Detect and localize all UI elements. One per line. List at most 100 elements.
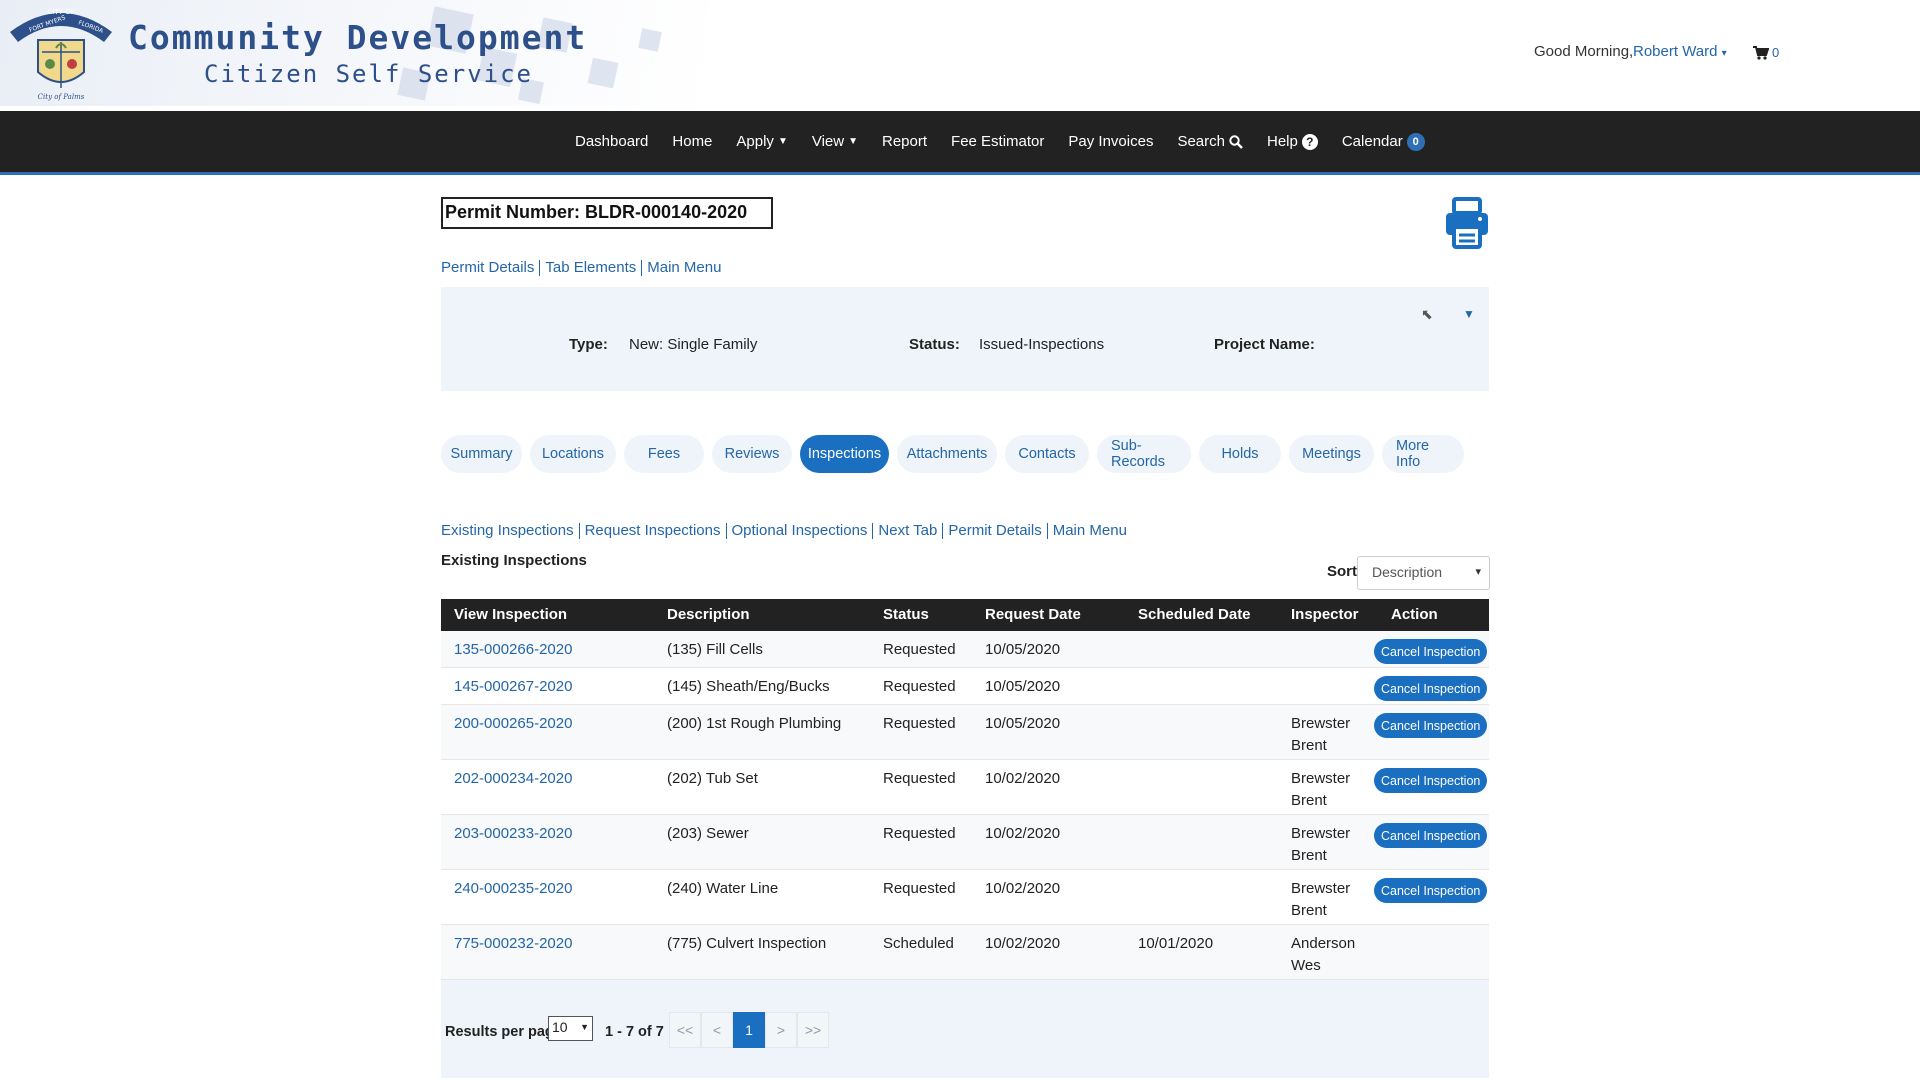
inspector-first-name: Brent	[1291, 847, 1327, 864]
cell-description: (202) Tub Set	[667, 770, 758, 787]
table-row: 240-000235-2020 (240) Water Line Requested…	[441, 870, 1489, 925]
cart-button[interactable]: 0	[1753, 45, 1779, 60]
nav-calendar[interactable]: Calendar 0	[1342, 132, 1425, 151]
cancel-inspection-button[interactable]: Cancel Inspection	[1374, 713, 1488, 738]
results-range: 1 - 7 of 7	[605, 1024, 664, 1040]
print-icon[interactable]	[1444, 197, 1490, 249]
cell-description: (775) Culvert Inspection	[667, 935, 827, 952]
pagination: << < 1 > >>	[669, 1012, 829, 1048]
col-status: Status	[883, 606, 929, 623]
tab-summary[interactable]: Summary	[441, 435, 522, 473]
tab-holds[interactable]: Holds	[1199, 435, 1281, 473]
link-existing-inspections[interactable]: Existing Inspections	[441, 523, 579, 539]
user-name: Robert Ward	[1633, 43, 1718, 60]
cell-request-date: 10/02/2020	[985, 935, 1061, 952]
nav-apply[interactable]: Apply ▼	[736, 133, 787, 150]
question-circle-icon: ?	[1301, 133, 1318, 150]
cell-inspection-id[interactable]: 135-000266-2020	[454, 639, 572, 661]
status-label: Status:	[909, 336, 960, 353]
table-footer: Results per page 10 ▼ 1 - 7 of 7 << < 1 …	[441, 980, 1489, 1078]
chevron-down-icon[interactable]: ▼	[1463, 307, 1475, 321]
cancel-inspection-button[interactable]: Cancel Inspection	[1374, 878, 1488, 903]
nav-help[interactable]: Help?	[1267, 133, 1318, 150]
inspection-sublinks: Existing Inspections Request Inspections…	[441, 523, 1132, 539]
link-main-menu[interactable]: Main Menu	[641, 260, 726, 276]
tab-fees[interactable]: Fees	[624, 435, 704, 473]
cell-inspector: Anderson Wes	[1291, 933, 1355, 977]
mouse-cursor-icon: ⬉	[1421, 306, 1433, 322]
page-current[interactable]: 1	[733, 1012, 765, 1048]
permit-tabs: Summary Locations Fees Reviews Inspectio…	[441, 435, 1464, 473]
col-view-inspection: View Inspection	[454, 606, 568, 623]
caret-down-icon: ▼	[848, 136, 858, 147]
cart-icon	[1753, 45, 1769, 60]
cell-inspection-id[interactable]: 200-000265-2020	[454, 713, 572, 735]
tab-more-info[interactable]: More Info	[1382, 435, 1464, 473]
link-main-menu-2[interactable]: Main Menu	[1046, 523, 1132, 539]
nav-report[interactable]: Report	[882, 133, 927, 150]
cart-count: 0	[1772, 45, 1780, 60]
nav-home[interactable]: Home	[672, 133, 712, 150]
cell-request-date: 10/05/2020	[985, 641, 1061, 658]
cell-scheduled-date: 10/01/2020	[1138, 935, 1214, 952]
caret-down-icon: ▼	[777, 136, 788, 147]
permit-breadcrumb: Permit Details Tab Elements Main Menu	[441, 260, 726, 276]
tab-attachments[interactable]: Attachments	[897, 435, 997, 473]
table-row: 775-000232-2020 (775) Culvert Inspection S…	[441, 925, 1489, 980]
user-menu[interactable]: Robert Ward ▾	[1633, 43, 1727, 60]
link-optional-inspections[interactable]: Optional Inspections	[725, 523, 873, 539]
cancel-inspection-button[interactable]: Cancel Inspection	[1374, 768, 1488, 793]
cell-inspection-id[interactable]: 775-000232-2020	[454, 933, 572, 955]
tab-sub-records[interactable]: Sub-Records	[1097, 435, 1191, 473]
cell-inspection-id[interactable]: 240-000235-2020	[454, 878, 572, 900]
cancel-inspection-button[interactable]: Cancel Inspection	[1374, 823, 1488, 848]
cancel-inspection-button[interactable]: Cancel Inspection	[1374, 676, 1488, 701]
inspector-last-name: Brewster	[1291, 770, 1351, 787]
page-prev[interactable]: <	[701, 1012, 733, 1048]
nav-dashboard[interactable]: Dashboard	[575, 133, 648, 150]
cell-status: Requested	[883, 678, 956, 695]
cell-inspector: Brewster Brent	[1291, 878, 1350, 922]
col-action: Action	[1391, 606, 1438, 623]
tab-inspections[interactable]: Inspections	[800, 435, 889, 473]
sort-label: Sort	[1327, 563, 1357, 580]
table-body: 135-000266-2020 (135) Fill Cells Requested…	[441, 631, 1489, 980]
cell-inspection-id[interactable]: 202-000234-2020	[454, 768, 572, 790]
table-row: 203-000233-2020 (203) Sewer Requested 10/02…	[441, 815, 1489, 870]
cell-inspection-id[interactable]: 203-000233-2020	[454, 823, 572, 845]
cell-request-date: 10/05/2020	[985, 715, 1061, 732]
cancel-inspection-button[interactable]: Cancel Inspection	[1374, 639, 1488, 664]
inspector-first-name: Brent	[1291, 792, 1327, 809]
link-permit-details-2[interactable]: Permit Details	[942, 523, 1046, 539]
nav-pay-invoices[interactable]: Pay Invoices	[1068, 133, 1153, 150]
inspector-last-name: Brewster	[1291, 715, 1351, 732]
page-first[interactable]: <<	[669, 1012, 701, 1048]
link-tab-elements[interactable]: Tab Elements	[539, 260, 641, 276]
page-last[interactable]: >>	[797, 1012, 829, 1048]
cell-inspection-id[interactable]: 145-000267-2020	[454, 676, 572, 698]
cell-request-date: 10/02/2020	[985, 825, 1061, 842]
link-permit-details[interactable]: Permit Details	[441, 260, 539, 276]
tab-contacts[interactable]: Contacts	[1005, 435, 1089, 473]
tab-meetings[interactable]: Meetings	[1289, 435, 1374, 473]
site-header: CITY OF FORT MYERS FLORIDA City of Palms…	[0, 0, 1920, 111]
page-next[interactable]: >	[765, 1012, 797, 1048]
cell-request-date: 10/02/2020	[985, 770, 1061, 787]
cell-status: Requested	[883, 880, 956, 897]
nav-fee-estimator[interactable]: Fee Estimator	[951, 133, 1044, 150]
sort-select[interactable]: Description ▾	[1357, 556, 1490, 590]
table-row: 202-000234-2020 (202) Tub Set Requested 10/…	[441, 760, 1489, 815]
greeting-text: Good Morning,	[1534, 43, 1634, 60]
link-next-tab[interactable]: Next Tab	[872, 523, 942, 539]
results-per-page-select[interactable]: 10 ▼	[548, 1016, 593, 1041]
nav-view[interactable]: View ▼	[812, 133, 858, 150]
cell-inspector: Brewster Brent	[1291, 823, 1350, 867]
table-row: 145-000267-2020 (145) Sheath/Eng/Bucks Req…	[441, 668, 1489, 705]
cell-status: Requested	[883, 715, 956, 732]
nav-search[interactable]: Search	[1177, 133, 1243, 150]
col-scheduled-date: Scheduled Date	[1138, 606, 1251, 623]
inspector-last-name: Anderson	[1291, 935, 1356, 952]
tab-locations[interactable]: Locations	[530, 435, 616, 473]
tab-reviews[interactable]: Reviews	[712, 435, 792, 473]
link-request-inspections[interactable]: Request Inspections	[578, 523, 726, 539]
